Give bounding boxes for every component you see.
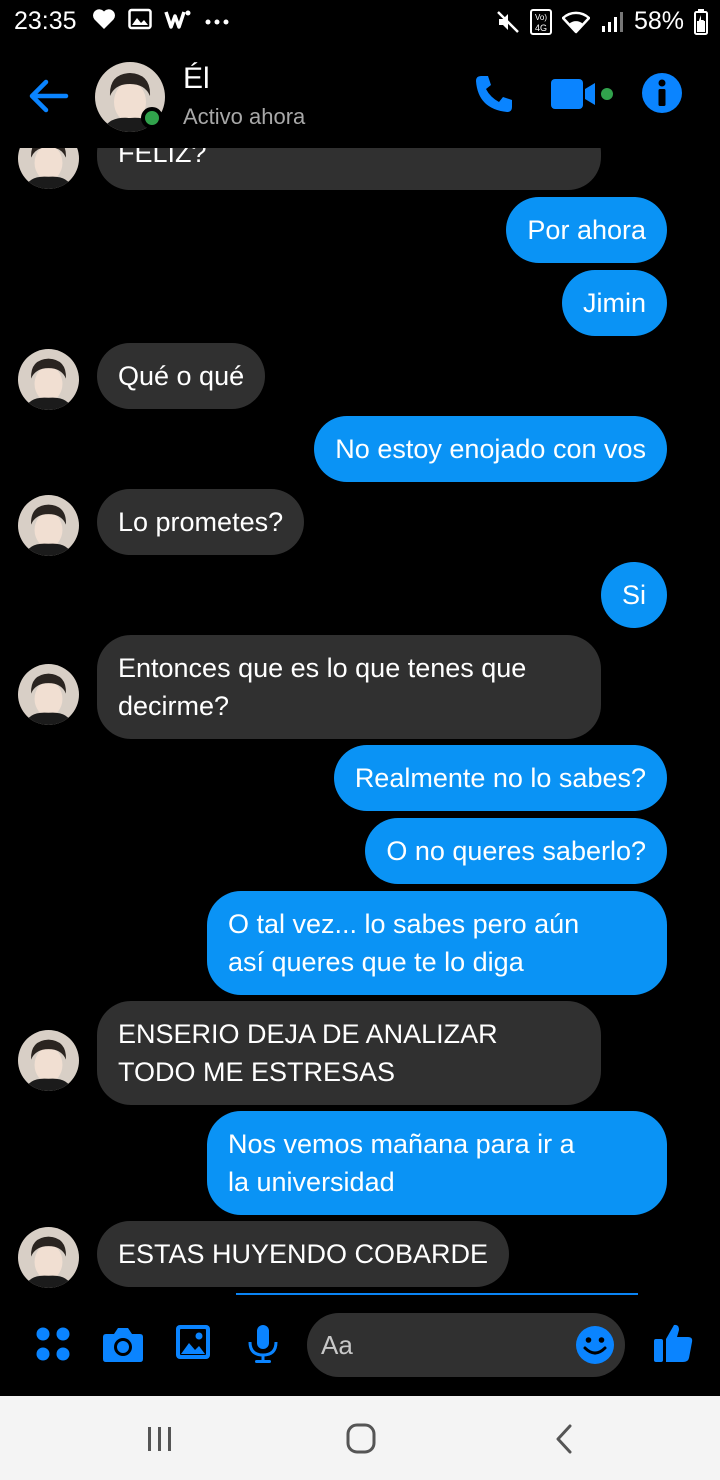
outgoing-message[interactable]: O tal vez... lo sabes pero aún así queres… [207, 891, 667, 995]
message-composer [0, 1296, 720, 1396]
message-text: No estoy enojado con vos [335, 430, 646, 468]
heart-icon [93, 9, 115, 30]
home-icon[interactable] [341, 1422, 381, 1456]
wifi-icon [561, 11, 590, 33]
conversation-header: Él Activo ahora [0, 44, 720, 148]
status-bar: 23:35 Vo) 4G 58% [0, 0, 720, 44]
new-message-divider [236, 1293, 638, 1295]
incoming-message[interactable]: FELIZ? [97, 148, 601, 190]
message-line: TODO ME ESTRESAS [118, 1057, 396, 1087]
message-text: ENSERIO DEJA DE ANALIZAR TODO ME ESTRESAS [118, 1015, 498, 1091]
sender-avatar[interactable] [18, 664, 79, 725]
message-line: Entonces que es lo que tenes que [118, 653, 527, 683]
emoji-icon[interactable] [575, 1325, 615, 1365]
svg-text:Vo): Vo) [535, 13, 547, 22]
contact-name[interactable]: Él [183, 62, 210, 96]
back-nav-icon[interactable] [545, 1422, 585, 1456]
message-line: decirme? [118, 691, 230, 721]
message-text: Lo prometes? [118, 503, 283, 541]
message-line: Realmente no lo sabes? [354, 763, 646, 793]
thumbs-up-icon[interactable] [652, 1322, 694, 1364]
message-line: ESTAS HUYENDO COBARDE [118, 1239, 489, 1269]
incoming-message[interactable]: Qué o qué [97, 343, 266, 409]
sender-avatar[interactable] [18, 148, 79, 189]
incoming-message[interactable]: Lo prometes? [97, 489, 305, 555]
battery-icon [694, 8, 708, 35]
message-text: O tal vez... lo sabes pero aún así queres… [228, 905, 579, 981]
outgoing-message[interactable]: O no queres saberlo? [365, 818, 667, 884]
incoming-message[interactable]: ESTAS HUYENDO COBARDE [97, 1221, 510, 1287]
message-text: O no queres saberlo? [386, 832, 646, 870]
message-line: Si [621, 580, 646, 610]
message-line: así queres que te lo diga [228, 947, 524, 977]
message-line: FELIZ? [118, 148, 207, 168]
message-line: Nos vemos mañana para ir a [228, 1129, 575, 1159]
message-line: Lo prometes? [118, 507, 284, 537]
outgoing-message[interactable]: Nos vemos mañana para ir a la universidad [207, 1111, 667, 1215]
message-thread[interactable]: FELIZ? Por ahora Jimin Qué o qué No estoy en… [0, 148, 720, 1296]
sender-avatar[interactable] [18, 1227, 79, 1288]
message-input-field[interactable] [307, 1313, 625, 1377]
photo-icon[interactable] [175, 1324, 211, 1360]
message-text: Nos vemos mañana para ir a la universidad [228, 1125, 575, 1201]
microphone-icon[interactable] [247, 1324, 279, 1364]
volte-4g-icon: Vo)4G [529, 8, 552, 35]
message-text: Qué o qué [118, 357, 244, 395]
camera-icon[interactable] [102, 1324, 144, 1364]
message-text: Jimin [583, 284, 646, 322]
message-line: Qué o qué [118, 361, 245, 391]
gallery-icon [128, 8, 152, 30]
incoming-message[interactable]: Entonces que es lo que tenes que decirme? [97, 635, 601, 739]
outgoing-message[interactable]: No estoy enojado con vos [314, 416, 667, 482]
svg-text:4G: 4G [535, 23, 547, 33]
back-arrow-icon[interactable] [26, 74, 70, 118]
message-text: Por ahora [527, 211, 646, 249]
phone-call-icon[interactable] [472, 72, 516, 116]
apps-grid-icon[interactable] [35, 1326, 71, 1362]
sender-avatar[interactable] [18, 495, 79, 556]
message-text: Realmente no lo sabes? [355, 759, 646, 797]
message-input[interactable] [321, 1313, 571, 1377]
notification-icons [92, 8, 230, 30]
outgoing-message[interactable]: Si [600, 562, 667, 628]
system-navigation-bar [0, 1396, 720, 1480]
status-time: 23:35 [14, 7, 77, 35]
message-line: ENSERIO DEJA DE ANALIZAR [118, 1019, 498, 1049]
online-status-dot [141, 107, 163, 129]
outgoing-message[interactable]: Por ahora [506, 197, 667, 263]
info-icon[interactable] [641, 72, 683, 114]
w-app-icon [164, 10, 191, 29]
message-text: Si [622, 576, 646, 614]
message-line: O tal vez... lo sabes pero aún [228, 909, 580, 939]
sender-avatar[interactable] [18, 1030, 79, 1091]
contact-active-status: Activo ahora [183, 104, 306, 129]
video-call-icon[interactable] [548, 72, 618, 116]
message-line: Por ahora [527, 215, 646, 245]
sender-avatar[interactable] [18, 349, 79, 410]
recent-apps-icon[interactable] [140, 1422, 180, 1456]
message-line: O no queres saberlo? [386, 836, 646, 866]
message-text: FELIZ? [118, 148, 207, 172]
incoming-message[interactable]: ENSERIO DEJA DE ANALIZAR TODO ME ESTRESAS [97, 1001, 601, 1105]
mute-icon [497, 10, 519, 33]
message-text: ESTAS HUYENDO COBARDE [118, 1235, 488, 1273]
message-line: la universidad [228, 1167, 395, 1197]
message-line: Jimin [582, 288, 646, 318]
outgoing-message[interactable]: Realmente no lo sabes? [333, 745, 667, 811]
battery-percent: 58% [633, 7, 684, 35]
system-icons: Vo) 4G 58% [496, 7, 708, 36]
message-line: No estoy enojado con vos [335, 434, 646, 464]
more-dots-icon [205, 19, 229, 25]
message-text: Entonces que es lo que tenes que decirme? [118, 649, 526, 725]
outgoing-message[interactable]: Jimin [561, 270, 667, 336]
signal-icon [601, 11, 623, 32]
